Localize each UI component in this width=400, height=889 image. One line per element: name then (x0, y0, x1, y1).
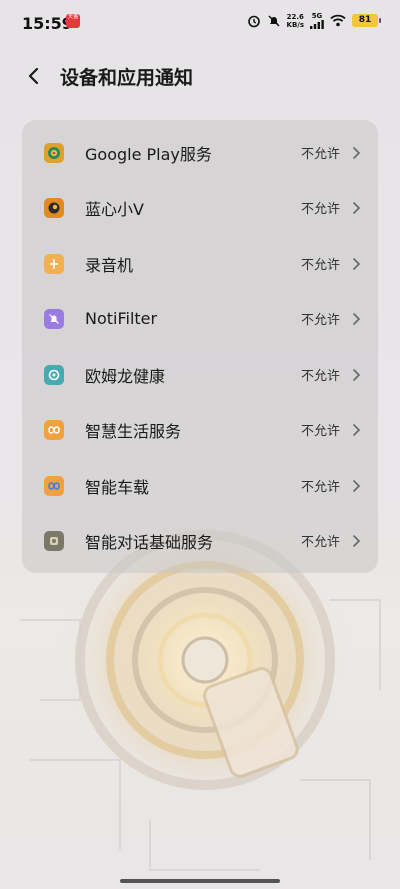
notification-status: 不允许 (300, 147, 340, 162)
chevron-right-icon (353, 368, 361, 381)
notification-status: 不允许 (300, 369, 340, 384)
app-name: 蓝心小V (85, 199, 144, 219)
recorder-icon (44, 253, 64, 274)
status-bar: 15:59 天猫 22.6 KB/s 5G 81 (0, 0, 400, 46)
tmall-notification-icon: 天猫 (66, 14, 80, 28)
list-item-notifilter[interactable]: NotiFilter 不允许 (22, 291, 378, 346)
list-item-lanxin-xiaov[interactable]: 蓝心小V 不允许 (22, 180, 378, 235)
app-name: 智能车载 (85, 477, 150, 497)
notification-status: 不允许 (300, 313, 340, 328)
notification-status: 不允许 (300, 535, 340, 550)
status-icons: 22.6 KB/s 5G 81 (247, 12, 381, 29)
omron-health-icon (44, 364, 64, 385)
chevron-right-icon (353, 423, 361, 436)
chevron-left-icon (28, 67, 39, 85)
signal-icon: 5G (310, 12, 324, 29)
list-item-google-play-services[interactable]: Google Play服务 不允许 (22, 125, 378, 180)
smart-dialog-icon (44, 530, 64, 551)
notification-status: 不允许 (300, 258, 340, 273)
notification-status: 不允许 (300, 424, 340, 439)
app-name: NotiFilter (85, 309, 158, 328)
list-item-smart-car[interactable]: 智能车载 不允许 (22, 458, 378, 513)
google-play-services-icon (44, 142, 64, 163)
app-list-card: Google Play服务 不允许 蓝心小V 不允许 录音机 不允许 NotiF… (22, 120, 378, 573)
app-name: 智能对话基础服务 (85, 532, 214, 552)
chevron-right-icon (353, 312, 361, 325)
chevron-right-icon (353, 479, 361, 492)
battery-indicator: 81 (352, 14, 381, 27)
back-button[interactable] (20, 62, 48, 90)
app-name: 智慧生活服务 (85, 421, 182, 441)
list-item-smart-dialog-service[interactable]: 智能对话基础服务 不允许 (22, 513, 378, 568)
list-item-smart-life-service[interactable]: 智慧生活服务 不允许 (22, 402, 378, 457)
smart-life-icon (44, 419, 64, 440)
list-item-omron-health[interactable]: 欧姆龙健康 不允许 (22, 347, 378, 402)
mute-icon (268, 15, 280, 26)
chevron-right-icon (353, 201, 361, 214)
chevron-right-icon (353, 146, 361, 159)
app-name: Google Play服务 (85, 144, 212, 164)
bluehearts-icon (44, 197, 64, 218)
app-name: 录音机 (85, 255, 134, 275)
network-speed: 22.6 KB/s (286, 12, 304, 29)
smart-car-icon (44, 475, 64, 496)
home-indicator[interactable] (120, 879, 280, 883)
notification-status: 不允许 (300, 202, 340, 217)
page-title: 设备和应用通知 (60, 67, 194, 89)
notification-status: 不允许 (300, 480, 340, 495)
chevron-right-icon (353, 534, 361, 547)
wifi-icon (330, 14, 346, 27)
page-header: 设备和应用通知 (0, 52, 400, 100)
notifilter-icon (44, 308, 64, 329)
app-name: 欧姆龙健康 (85, 366, 166, 386)
chevron-right-icon (353, 257, 361, 270)
list-item-recorder[interactable]: 录音机 不允许 (22, 236, 378, 291)
alarm-icon (247, 15, 260, 27)
